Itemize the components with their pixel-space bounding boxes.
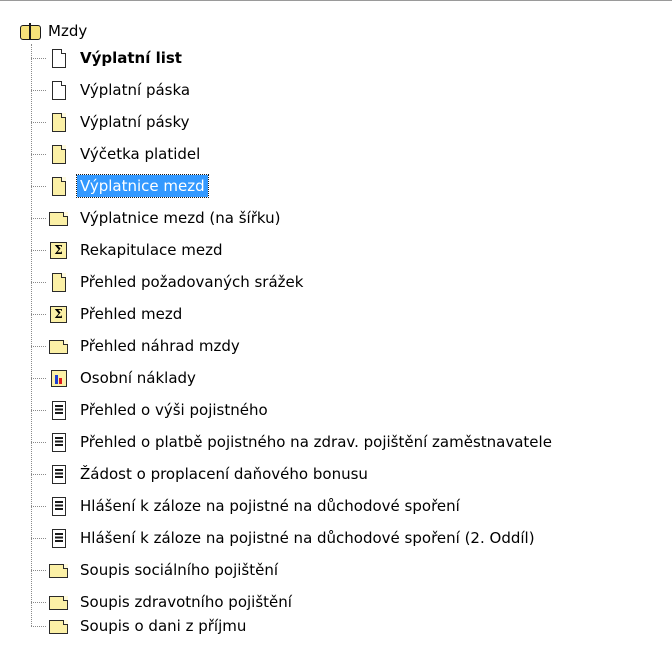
document-landscape-icon — [49, 616, 68, 636]
tree-item-vyplatnice-mezd[interactable]: Výplatnice mezd — [31, 173, 209, 199]
tree-item-prehled-pozadovanych-srazek[interactable]: Přehled požadovaných srážek — [31, 269, 306, 295]
tree-root-label: Mzdy — [48, 22, 88, 40]
tree-item-label: Přehled náhrad mzdy — [80, 337, 240, 355]
tree-item-label: Přehled o platbě pojistného na zdrav. po… — [80, 433, 552, 451]
document-yellow-icon — [49, 176, 67, 196]
tree-item-label: Výplatní pásky — [80, 113, 190, 131]
tree-item-label: Výplatní páska — [80, 81, 191, 99]
chart-report-icon — [49, 368, 67, 388]
book-icon — [20, 22, 42, 40]
tree-item-hlaseni-k-zaloze-2-oddil[interactable]: Hlášení k záloze na pojistné na důchodov… — [31, 525, 538, 551]
tree-item-vyplatni-paska[interactable]: Výplatní páska — [31, 77, 193, 103]
document-landscape-icon — [49, 208, 68, 228]
sum-report-icon: Σ — [49, 304, 67, 324]
tree-item-label: Výplatnice mezd (na šířku) — [80, 209, 281, 227]
tree-item-label: Osobní náklady — [80, 369, 196, 387]
tree-item-label: Přehled o výši pojistného — [80, 401, 268, 419]
text-document-icon — [49, 432, 67, 452]
tree-item-label: Hlášení k záloze na pojistné na důchodov… — [80, 497, 460, 515]
text-document-icon — [49, 400, 67, 420]
tree-item-zadost-o-proplaceni[interactable]: Žádost o proplacení daňového bonusu — [31, 461, 371, 487]
tree-item-label-selected: Výplatnice mezd — [76, 174, 209, 198]
document-yellow-icon — [49, 112, 67, 132]
tree-item-osobni-naklady[interactable]: Osobní náklady — [31, 365, 199, 391]
tree-item-label: Přehled mezd — [80, 305, 183, 323]
tree-item-prehled-mezd[interactable]: Σ Přehled mezd — [31, 301, 185, 327]
text-document-icon — [49, 464, 67, 484]
document-yellow-icon — [49, 272, 67, 292]
tree-item-label: Výčetka platidel — [80, 145, 201, 163]
text-document-icon — [49, 528, 67, 548]
tree-item-prehled-o-vysi-pojistneho[interactable]: Přehled o výši pojistného — [31, 397, 271, 423]
tree-item-label: Hlášení k záloze na pojistné na důchodov… — [80, 529, 535, 547]
tree-item-label: Soupis zdravotního pojištění — [80, 593, 292, 611]
tree-item-vyplatni-list[interactable]: Výplatní list — [31, 45, 185, 71]
document-white-icon — [49, 80, 67, 100]
document-landscape-icon — [49, 560, 68, 580]
tree-item-label: Výplatní list — [80, 49, 182, 67]
text-document-icon — [49, 496, 67, 516]
tree-item-vyplatnice-mezd-na-sirku[interactable]: Výplatnice mezd (na šířku) — [31, 205, 283, 231]
tree-item-rekapitulace-mezd[interactable]: Σ Rekapitulace mezd — [31, 237, 226, 263]
tree-item-label: Přehled požadovaných srážek — [80, 273, 304, 291]
tree-item-label: Soupis o dani z příjmu — [80, 617, 247, 635]
tree-item-label: Soupis sociálního pojištění — [80, 561, 279, 579]
document-yellow-icon — [49, 144, 67, 164]
document-landscape-icon — [49, 592, 68, 612]
tree-item-label: Žádost o proplacení daňového bonusu — [80, 465, 368, 483]
tree-item-soupis-zdravotniho-pojisteni[interactable]: Soupis zdravotního pojištění — [31, 589, 295, 615]
tree-item-soupis-socialniho-pojisteni[interactable]: Soupis sociálního pojištění — [31, 557, 281, 583]
tree-item-label: Rekapitulace mezd — [80, 241, 223, 259]
tree-item-soupis-o-dani-z-prijmu[interactable]: Soupis o dani z příjmu — [31, 613, 249, 639]
sum-report-icon: Σ — [49, 240, 67, 260]
report-tree: Mzdy Výplatní list Výplatní páska Výplat… — [0, 0, 672, 660]
tree-item-prehled-nahrad-mzdy[interactable]: Přehled náhrad mzdy — [31, 333, 243, 359]
tree-item-vyplatni-pasky[interactable]: Výplatní pásky — [31, 109, 193, 135]
tree-item-prehled-o-platbe-pojistneho[interactable]: Přehled o platbě pojistného na zdrav. po… — [31, 429, 555, 455]
tree-item-hlaseni-k-zaloze[interactable]: Hlášení k záloze na pojistné na důchodov… — [31, 493, 463, 519]
tree-root-mzdy[interactable]: Mzdy — [20, 18, 87, 44]
tree-item-vycetka-platidel[interactable]: Výčetka platidel — [31, 141, 203, 167]
document-white-icon — [49, 48, 67, 68]
document-landscape-icon — [49, 336, 68, 356]
